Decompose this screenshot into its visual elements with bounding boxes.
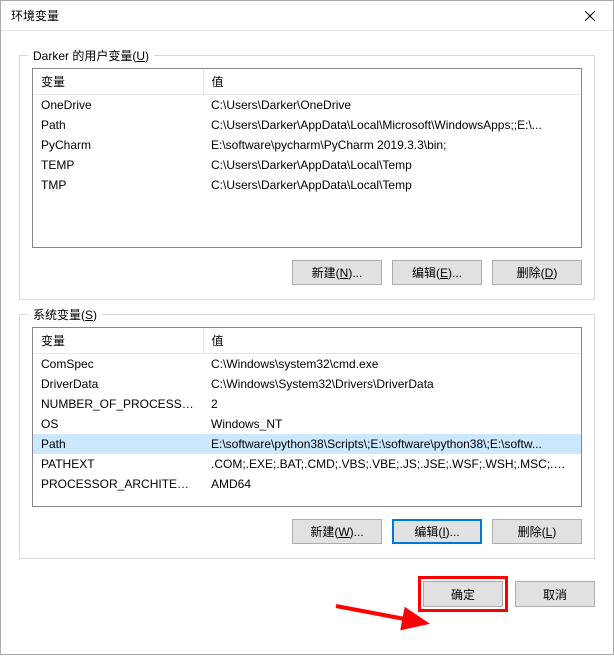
close-icon (585, 11, 595, 21)
var-name-cell: PROCESSOR_ARCHITECT... (33, 474, 203, 494)
table-row[interactable]: NUMBER_OF_PROCESSORS2 (33, 394, 581, 414)
var-value-cell: E:\software\pycharm\PyCharm 2019.3.3\bin… (203, 135, 581, 155)
var-value-cell: C:\Users\Darker\AppData\Local\Temp (203, 155, 581, 175)
table-row[interactable]: OSWindows_NT (33, 414, 581, 434)
table-row[interactable]: PROCESSOR_ARCHITECT...AMD64 (33, 474, 581, 494)
ok-button[interactable]: 确定 (423, 581, 503, 607)
var-name-cell: TEMP (33, 155, 203, 175)
var-value-cell: 2 (203, 394, 581, 414)
var-name-cell: OneDrive (33, 95, 203, 116)
column-header-value[interactable]: 值 (203, 328, 581, 354)
table-row[interactable]: PathC:\Users\Darker\AppData\Local\Micros… (33, 115, 581, 135)
var-value-cell: C:\Windows\System32\Drivers\DriverData (203, 374, 581, 394)
user-vars-label: Darker 的用户变量(U) (28, 47, 154, 64)
var-name-cell: Path (33, 115, 203, 135)
cancel-button[interactable]: 取消 (515, 581, 595, 607)
table-row[interactable]: ComSpecC:\Windows\system32\cmd.exe (33, 354, 581, 375)
var-name-cell: Path (33, 434, 203, 454)
dialog-title: 环境变量 (11, 7, 59, 24)
user-vars-buttons: 新建(N)... 编辑(E)... 删除(D) (32, 260, 582, 285)
user-edit-button[interactable]: 编辑(E)... (392, 260, 482, 285)
var-value-cell: AMD64 (203, 474, 581, 494)
table-row[interactable]: PyCharmE:\software\pycharm\PyCharm 2019.… (33, 135, 581, 155)
var-value-cell: C:\Windows\system32\cmd.exe (203, 354, 581, 375)
var-value-cell: .COM;.EXE;.BAT;.CMD;.VBS;.VBE;.JS;.JSE;.… (203, 454, 581, 474)
user-vars-group: Darker 的用户变量(U) 变量 值 OneDriveC:\Users\Da… (19, 55, 595, 300)
system-vars-table-wrap[interactable]: 变量 值 ComSpecC:\Windows\system32\cmd.exeD… (32, 327, 582, 507)
system-vars-buttons: 新建(W)... 编辑(I)... 删除(L) (32, 519, 582, 544)
var-name-cell: PyCharm (33, 135, 203, 155)
table-row[interactable]: OneDriveC:\Users\Darker\OneDrive (33, 95, 581, 116)
user-delete-button[interactable]: 删除(D) (492, 260, 582, 285)
var-name-cell: NUMBER_OF_PROCESSORS (33, 394, 203, 414)
system-delete-button[interactable]: 删除(L) (492, 519, 582, 544)
table-row[interactable]: DriverDataC:\Windows\System32\Drivers\Dr… (33, 374, 581, 394)
env-vars-dialog: 环境变量 Darker 的用户变量(U) 变量 值 (0, 0, 614, 655)
var-value-cell: C:\Users\Darker\OneDrive (203, 95, 581, 116)
table-row[interactable]: PathE:\software\python38\Scripts\;E:\sof… (33, 434, 581, 454)
system-new-button[interactable]: 新建(W)... (292, 519, 382, 544)
var-name-cell: PATHEXT (33, 454, 203, 474)
table-row[interactable]: TMPC:\Users\Darker\AppData\Local\Temp (33, 175, 581, 195)
table-row[interactable]: TEMPC:\Users\Darker\AppData\Local\Temp (33, 155, 581, 175)
system-edit-button[interactable]: 编辑(I)... (392, 519, 482, 544)
user-vars-table-wrap[interactable]: 变量 值 OneDriveC:\Users\Darker\OneDrivePat… (32, 68, 582, 248)
var-value-cell: E:\software\python38\Scripts\;E:\softwar… (203, 434, 581, 454)
close-button[interactable] (567, 1, 613, 31)
system-vars-label: 系统变量(S) (28, 306, 102, 323)
var-name-cell: TMP (33, 175, 203, 195)
var-value-cell: Windows_NT (203, 414, 581, 434)
var-name-cell: DriverData (33, 374, 203, 394)
titlebar: 环境变量 (1, 1, 613, 31)
var-value-cell: C:\Users\Darker\AppData\Local\Temp (203, 175, 581, 195)
column-header-value[interactable]: 值 (203, 69, 581, 95)
user-new-button[interactable]: 新建(N)... (292, 260, 382, 285)
column-header-name[interactable]: 变量 (33, 69, 203, 95)
column-header-name[interactable]: 变量 (33, 328, 203, 354)
var-name-cell: ComSpec (33, 354, 203, 375)
var-value-cell: C:\Users\Darker\AppData\Local\Microsoft\… (203, 115, 581, 135)
system-vars-group: 系统变量(S) 变量 值 ComSpecC:\Windows\system32\… (19, 314, 595, 559)
table-row[interactable]: PATHEXT.COM;.EXE;.BAT;.CMD;.VBS;.VBE;.JS… (33, 454, 581, 474)
dialog-bottom-buttons: 确定 取消 (19, 581, 595, 607)
var-name-cell: OS (33, 414, 203, 434)
system-vars-table: 变量 值 ComSpecC:\Windows\system32\cmd.exeD… (33, 328, 581, 507)
user-vars-table: 变量 值 OneDriveC:\Users\Darker\OneDrivePat… (33, 69, 581, 195)
